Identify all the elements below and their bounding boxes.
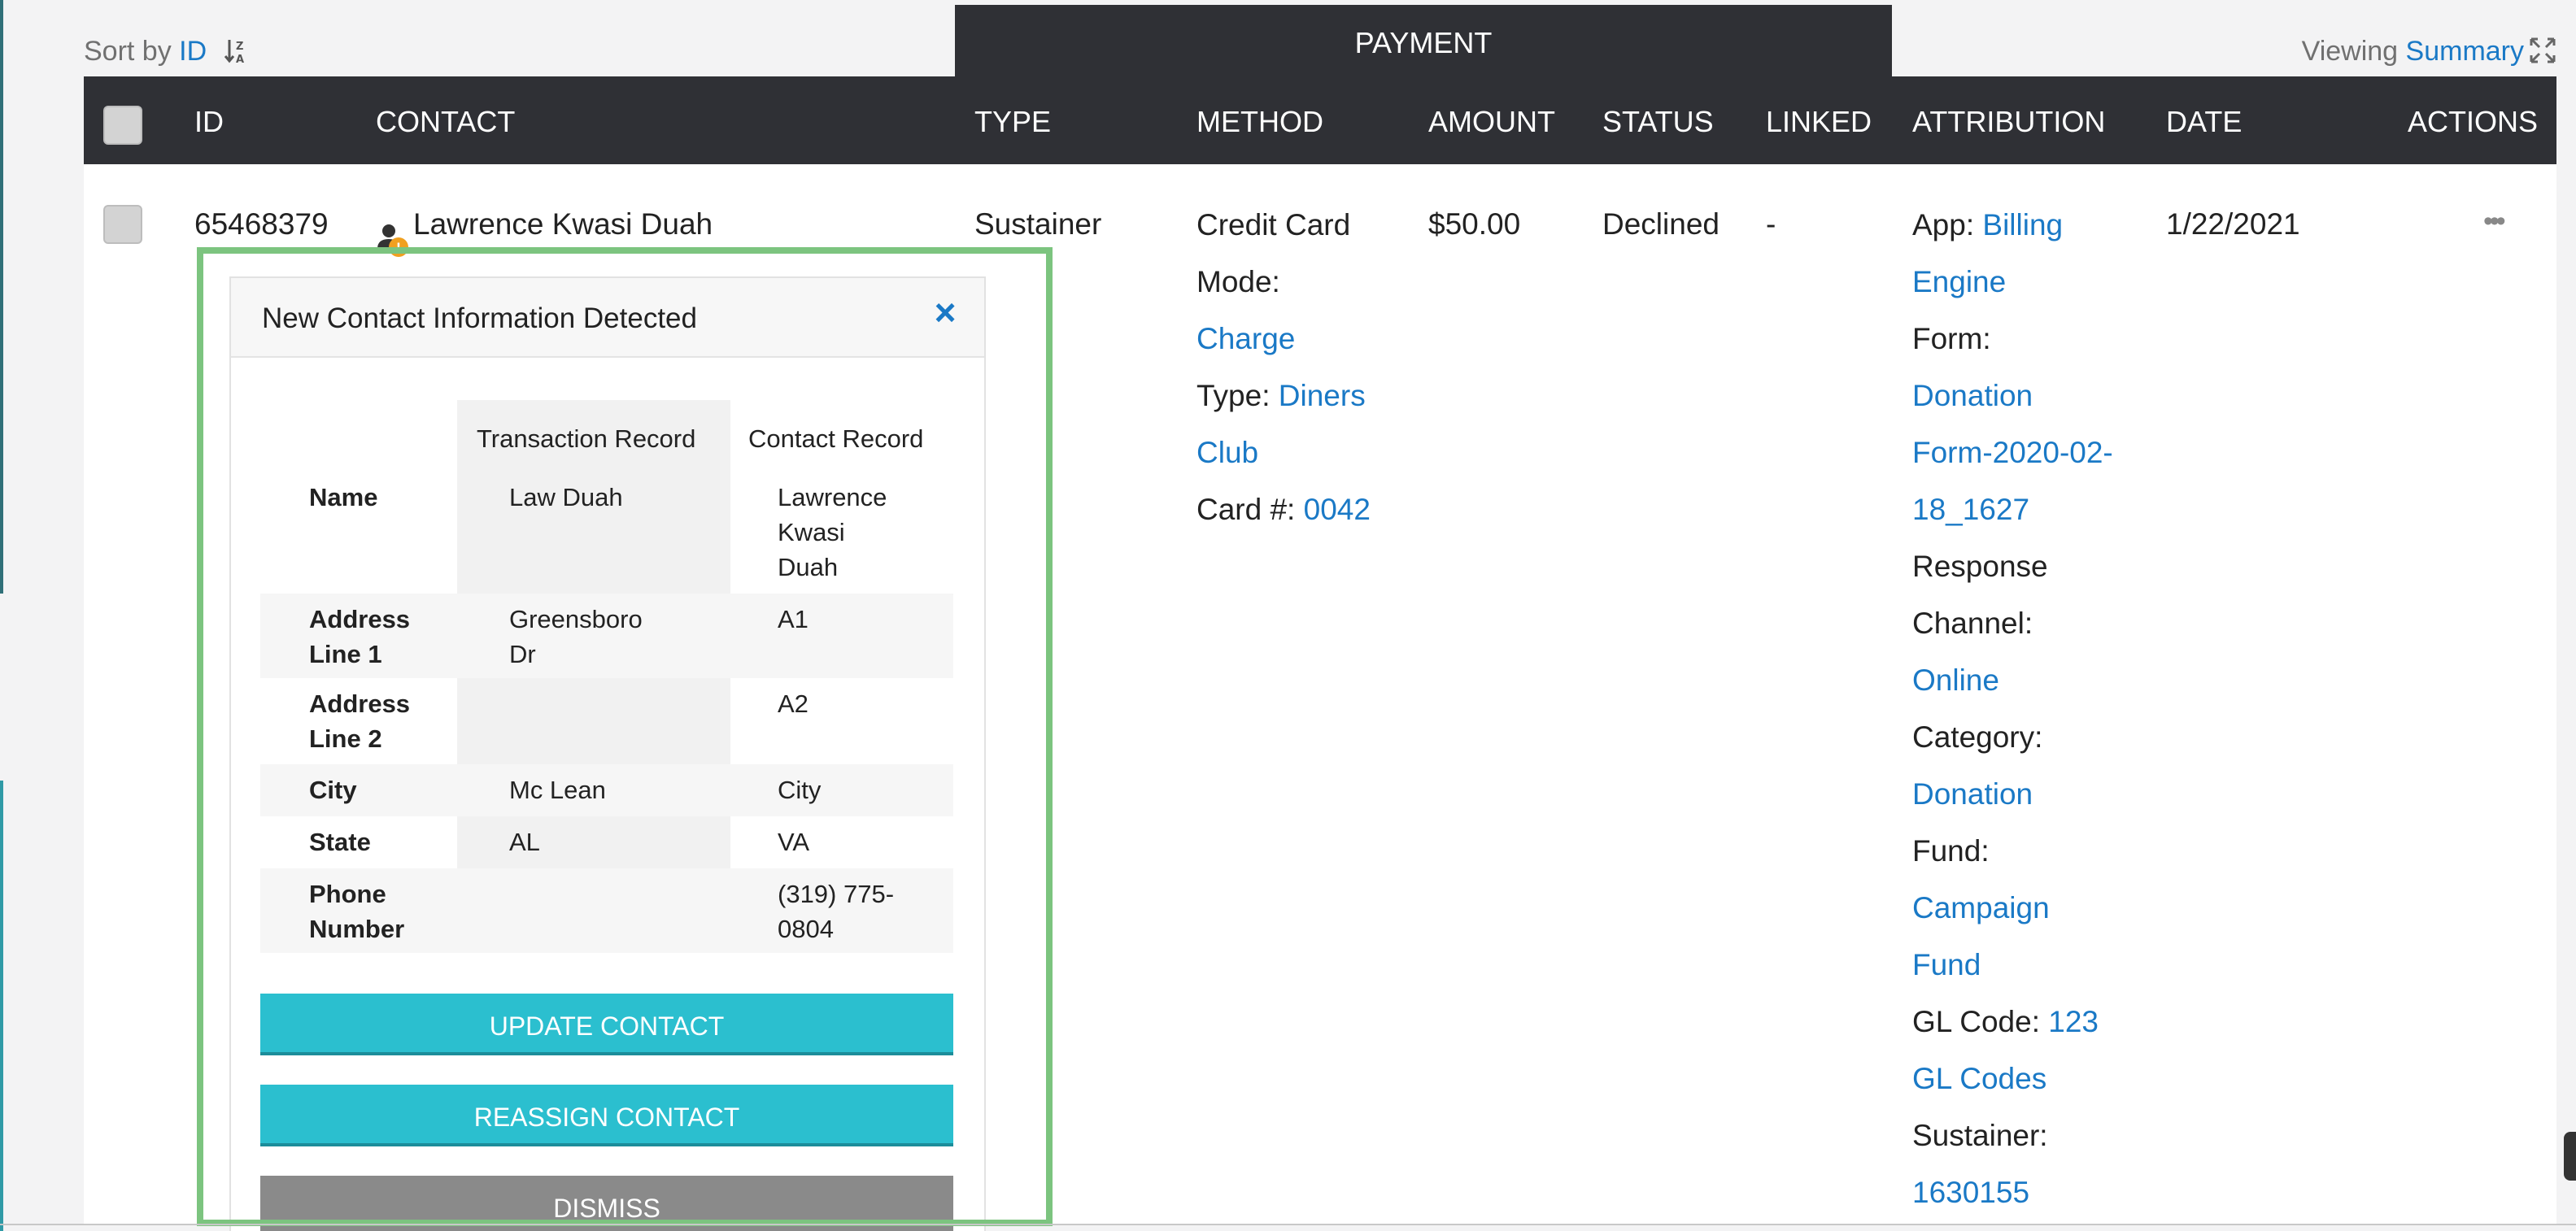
- expand-icon[interactable]: [2528, 36, 2557, 65]
- table-header: ID CONTACT TYPE METHOD AMOUNT STATUS LIN…: [84, 76, 2556, 164]
- sort-direction-icon[interactable]: Z A: [223, 37, 251, 65]
- svg-text:Z: Z: [236, 41, 243, 53]
- attribution-category-link[interactable]: Donation: [1912, 766, 2156, 823]
- column-header-id[interactable]: ID: [194, 76, 224, 164]
- sort-by-value-link[interactable]: ID: [179, 36, 207, 67]
- card-type-link[interactable]: Diners: [1279, 379, 1366, 412]
- column-header-method[interactable]: METHOD: [1196, 76, 1323, 164]
- sort-by-label: Sort by: [84, 36, 172, 67]
- attribution-app-link[interactable]: Billing: [1982, 208, 2063, 241]
- attribution-response-label: Response: [1912, 550, 2048, 583]
- card-number-link[interactable]: 0042: [1304, 493, 1371, 526]
- method-mode-link[interactable]: Charge: [1196, 311, 1416, 368]
- attribution-fund-label: Fund:: [1912, 834, 1990, 868]
- method-cell: Credit Card Mode: Charge Type: Diners Cl…: [1196, 197, 1416, 538]
- attribution-sustainer-label: Sustainer:: [1912, 1119, 2048, 1152]
- sort-by-control[interactable]: Sort by ID: [84, 36, 207, 67]
- attribution-gl-label: GL Code:: [1912, 1005, 2040, 1038]
- attribution-channel-link[interactable]: Online: [1912, 652, 2156, 709]
- bottom-divider: [0, 1224, 2576, 1225]
- linked-value[interactable]: -: [1766, 207, 1776, 242]
- column-header-attribution[interactable]: ATTRIBUTION: [1912, 76, 2105, 164]
- attribution-category-label: Category:: [1912, 720, 2043, 754]
- row-actions-menu-icon[interactable]: •••: [2483, 205, 2506, 237]
- attribution-gl-link[interactable]: 123: [2048, 1005, 2099, 1038]
- column-header-actions: ACTIONS: [2408, 105, 2539, 138]
- method-name: Credit Card: [1196, 208, 1351, 241]
- attribution-cell: App: Billing Engine Form: Donation Form-…: [1912, 197, 2156, 1221]
- amount-link[interactable]: $50.00: [1428, 207, 1520, 242]
- card-number-label: Card #:: [1196, 493, 1296, 526]
- payment-section-header: PAYMENT: [955, 5, 1892, 76]
- row-select-checkbox[interactable]: [103, 205, 142, 244]
- attribution-sustainer-link[interactable]: 1630155: [1912, 1164, 2156, 1221]
- method-type-label: Type:: [1196, 379, 1271, 412]
- card-type-link-cont[interactable]: Club: [1196, 424, 1416, 481]
- viewing-mode-control[interactable]: Viewing Summary: [2302, 36, 2524, 67]
- attribution-app-link-cont[interactable]: Engine: [1912, 254, 2156, 311]
- column-header-linked[interactable]: LINKED: [1766, 76, 1872, 164]
- attribution-form-link-cont-2[interactable]: 18_1627: [1912, 481, 2156, 538]
- popup-highlight-outline: [197, 247, 1053, 1226]
- payment-id-link[interactable]: 65468379: [194, 207, 329, 242]
- column-header-type[interactable]: TYPE: [974, 76, 1051, 164]
- column-header-contact[interactable]: CONTACT: [376, 76, 515, 164]
- date-link[interactable]: 1/22/2021: [2166, 207, 2300, 242]
- left-edge-strip-lower: [0, 781, 3, 1231]
- select-all-checkbox[interactable]: [103, 106, 142, 145]
- attribution-form-label: Form:: [1912, 322, 1991, 355]
- left-edge-strip: [0, 0, 3, 594]
- contact-name-link[interactable]: Lawrence Kwasi Duah: [413, 207, 713, 242]
- attribution-channel-label: Channel:: [1912, 607, 2033, 640]
- attribution-fund-link[interactable]: Campaign: [1912, 880, 2156, 937]
- scrollbar-handle[interactable]: [2564, 1132, 2576, 1181]
- column-header-amount[interactable]: AMOUNT: [1428, 76, 1555, 164]
- svg-text:A: A: [236, 54, 244, 65]
- attribution-gl-link-cont[interactable]: GL Codes: [1912, 1050, 2156, 1107]
- column-header-status[interactable]: STATUS: [1602, 76, 1714, 164]
- viewing-mode-link[interactable]: Summary: [2406, 36, 2524, 67]
- attribution-form-link[interactable]: Donation: [1912, 368, 2156, 424]
- payment-type-link[interactable]: Sustainer: [974, 207, 1101, 242]
- column-header-date[interactable]: DATE: [2166, 76, 2242, 164]
- viewing-label: Viewing: [2301, 36, 2399, 67]
- status-link[interactable]: Declined: [1602, 207, 1720, 242]
- attribution-form-link-cont[interactable]: Form-2020-02-: [1912, 424, 2156, 481]
- attribution-fund-link-cont[interactable]: Fund: [1912, 937, 2156, 994]
- method-mode-label: Mode:: [1196, 265, 1280, 298]
- page: Sort by ID Z A PAYMENT Viewing Summary I…: [0, 0, 2576, 1231]
- attribution-app-label: App:: [1912, 208, 1975, 241]
